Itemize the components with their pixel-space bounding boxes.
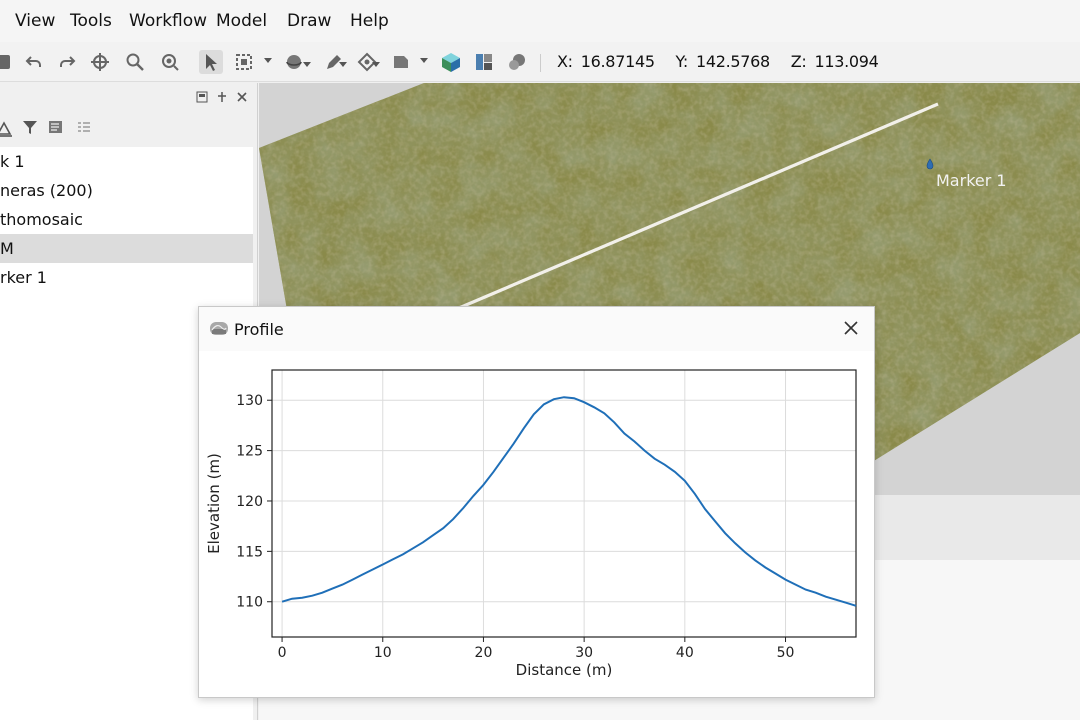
y-axis-label: Elevation (m) [205, 453, 223, 554]
x-tick-label: 30 [575, 645, 593, 661]
save-icon[interactable] [0, 50, 14, 74]
globe-icon[interactable] [506, 50, 530, 74]
menu-help[interactable]: Help [350, 11, 389, 31]
dialog-title: Profile [234, 320, 284, 339]
navigate-icon[interactable] [88, 50, 112, 74]
x-tick-label: 0 [278, 645, 287, 661]
zoom-icon[interactable] [123, 50, 147, 74]
float-panel-icon[interactable] [196, 91, 208, 106]
details-icon[interactable] [48, 119, 66, 139]
x-axis-label: Distance (m) [516, 661, 613, 679]
list-view-icon[interactable] [76, 119, 92, 139]
close-panel-icon[interactable] [236, 91, 248, 106]
panel-toolbar [0, 119, 120, 141]
y-tick-label: 110 [236, 595, 263, 611]
workspace-tree: k 1 neras (200) thomosaic M rker 1 [0, 147, 253, 297]
pin-icon[interactable] [216, 91, 228, 106]
profile-icon [210, 322, 228, 335]
dialog-title-bar[interactable]: Profile [199, 307, 874, 351]
panel-header-controls [196, 91, 248, 106]
tiled-model-icon[interactable] [439, 50, 463, 74]
z-value: 113.094 [814, 52, 879, 71]
y-tick-label: 125 [236, 444, 263, 460]
undo-icon[interactable] [22, 50, 46, 74]
menu-tools[interactable]: Tools [70, 11, 112, 31]
x-value: 16.87145 [580, 52, 655, 71]
tree-item-dem[interactable]: M [0, 234, 253, 263]
chevron-down-icon[interactable] [264, 58, 272, 63]
x-tick-label: 10 [374, 645, 392, 661]
menu-model[interactable]: Model [216, 11, 267, 31]
profile-chart: 0 10 20 30 40 50 110 115 120 125 130 Distance (m)… [205, 369, 857, 679]
tree-item-marker[interactable]: rker 1 [0, 263, 253, 292]
x-axis: 0 10 20 30 40 50 [278, 637, 795, 661]
x-tick-label: 40 [676, 645, 694, 661]
chevron-down-icon[interactable] [339, 62, 347, 67]
tree-item-orthomosaic[interactable]: thomosaic [0, 205, 253, 234]
tree-item-cameras[interactable]: neras (200) [0, 176, 253, 205]
y-axis: 110 115 120 125 130 [236, 393, 272, 611]
z-label: Z: [790, 52, 807, 71]
y-tick-label: 130 [236, 393, 263, 409]
menu-workflow[interactable]: Workflow [129, 11, 207, 31]
x-label: X: [557, 52, 573, 71]
select-icon[interactable] [199, 50, 223, 74]
add-chunk-icon[interactable] [0, 119, 14, 141]
marker-label: Marker 1 [936, 171, 1007, 190]
x-tick-label: 50 [777, 645, 795, 661]
x-tick-label: 20 [475, 645, 493, 661]
filter-icon[interactable] [22, 119, 38, 139]
plot-frame [271, 369, 857, 638]
y-tick-label: 115 [236, 544, 263, 560]
target-icon[interactable] [158, 50, 182, 74]
tree-item-chunk[interactable]: k 1 [0, 147, 253, 176]
chevron-down-icon[interactable] [372, 62, 380, 67]
rectangle-select-icon[interactable] [232, 50, 256, 74]
y-value: 142.5768 [695, 52, 770, 71]
y-label: Y: [675, 52, 689, 71]
close-icon[interactable] [840, 317, 862, 339]
elevation-line [281, 396, 857, 607]
toolbar [0, 42, 1080, 82]
menu-view[interactable]: View [15, 11, 55, 31]
y-tick-label: 120 [236, 494, 263, 510]
redo-icon[interactable] [55, 50, 79, 74]
chart-grid [272, 370, 856, 637]
chevron-down-icon[interactable] [303, 62, 311, 67]
menu-draw[interactable]: Draw [287, 11, 331, 31]
texture-icon[interactable] [472, 50, 496, 74]
toolbar-separator [540, 54, 541, 72]
coordinate-readout: X: 16.87145 Y: 142.5768 Z: 113.094 [557, 52, 887, 71]
menu-bar: View Tools Workflow Model Draw Help [0, 0, 1080, 42]
profile-dialog: Profile 0 10 20 30 40 50 110 115 120 125 130 Dist… [198, 306, 875, 698]
chevron-down-icon[interactable] [420, 58, 428, 63]
shape-icon[interactable] [389, 50, 413, 74]
